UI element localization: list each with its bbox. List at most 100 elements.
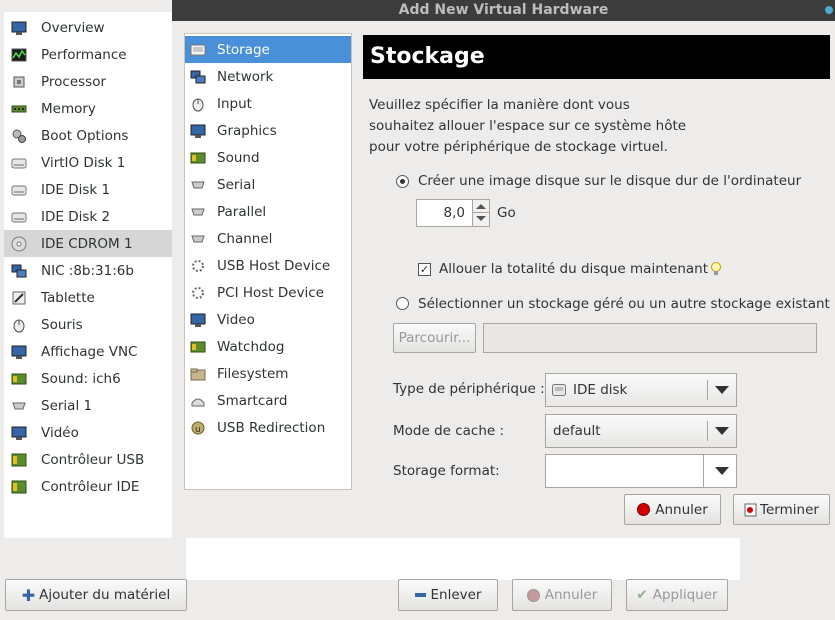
sidebar-item-label: Vidéo [41,424,79,441]
device-type-value: IDE disk [573,382,628,398]
existing-storage-radio[interactable] [396,297,409,310]
hardware-list-item[interactable]: Storage [185,36,351,63]
hard-disk-icon [8,181,30,199]
sidebar-item[interactable]: NIC :8b:31:6b [4,257,172,284]
sidebar-item[interactable]: IDE CDROM 1 [4,230,172,257]
network-icon [8,262,30,280]
existing-storage-label[interactable]: Sélectionner un stockage géré ou un autr… [418,296,830,312]
create-image-label[interactable]: Créer une image disque sur le disque dur… [418,173,801,189]
allocate-label[interactable]: Allouer la totalité du disque maintenant [439,261,708,277]
controller-card-icon [8,478,30,496]
device-type-select[interactable]: IDE disk [545,373,737,407]
hardware-list-item[interactable]: u USB Redirection [185,414,351,441]
hardware-list-item-label: Video [217,311,255,328]
finish-button[interactable]: Terminer [733,494,830,525]
hardware-list-item[interactable]: Watchdog [185,333,351,360]
hardware-list-item[interactable]: Graphics [185,117,351,144]
hardware-list-item[interactable]: Filesystem [185,360,351,387]
hardware-list-item[interactable]: USB Host Device [185,252,351,279]
finish-icon [744,503,757,516]
sidebar-item[interactable]: Vidéo [4,419,172,446]
hardware-list-item[interactable]: Network [185,63,351,90]
watchdog-icon [189,339,207,355]
sidebar-item-label: Contrôleur IDE [41,478,140,495]
sidebar-item[interactable]: Performance [4,41,172,68]
storage-path-field[interactable] [483,323,817,353]
add-hardware-button[interactable]: ✚ Ajouter du matériel [5,579,187,611]
disk-size-unit: Go [497,205,516,221]
hardware-list-item-label: Parallel [217,203,267,220]
bottom-cancel-button[interactable]: Annuler [512,579,612,611]
sidebar-item[interactable]: Souris [4,311,172,338]
sidebar-item[interactable]: Processor [4,68,172,95]
hardware-list-item[interactable]: Smartcard [185,387,351,414]
display-icon [189,123,207,139]
hardware-list-item[interactable]: Input [185,90,351,117]
hardware-list-item[interactable]: Video [185,306,351,333]
hardware-list-item[interactable]: Parallel [185,198,351,225]
sidebar-item[interactable]: Contrôleur USB [4,446,172,473]
hardware-list-item-label: Sound [217,149,260,166]
storage-description: Veuillez spécifier la manière dont vous … [369,95,686,158]
dialog-title: Add New Virtual Hardware [398,2,609,18]
sidebar-item-label: Affichage VNC [41,343,138,360]
sidebar-item[interactable]: Memory [4,95,172,122]
window-control-icon[interactable] [825,6,833,14]
sidebar-item[interactable]: IDE Disk 1 [4,176,172,203]
hardware-list-item-label: Network [217,68,274,85]
svg-text:u: u [195,425,201,435]
disk-size-spinner[interactable]: 8,0 [416,199,490,227]
cache-mode-select[interactable]: default [545,414,737,448]
serial-port-icon [189,177,207,193]
smartcard-icon [189,393,207,409]
remove-label: Enlever [430,587,482,603]
sidebar-item[interactable]: Boot Options [4,122,172,149]
tablet-icon [8,289,30,307]
browse-button[interactable]: Parcourir... [393,323,476,353]
sidebar-item-label: Performance [41,46,127,63]
sidebar-item[interactable]: Tablette [4,284,172,311]
cancel-button[interactable]: Annuler [624,494,721,525]
spinner-buttons[interactable] [472,200,489,226]
page-title: Stockage [363,35,830,79]
cdrom-icon [8,235,30,253]
dialog-titlebar[interactable]: Add New Virtual Hardware [172,0,835,21]
gears-icon [8,127,30,145]
hardware-list-item-label: Serial [217,176,256,193]
parallel-port-icon [189,204,207,220]
sidebar-item-label: Contrôleur USB [41,451,145,468]
increment-arrow-icon[interactable] [476,204,486,209]
hardware-type-list: Storage Network Input Graphics Sound Serial Pa… [184,33,352,490]
sidebar-item-label: VirtIO Disk 1 [41,154,126,171]
decrement-arrow-icon[interactable] [476,216,486,221]
hardware-list-item[interactable]: PCI Host Device [185,279,351,306]
storage-format-combo[interactable] [545,454,737,488]
add-hardware-label: Ajouter du matériel [39,587,171,603]
description-line: Veuillez spécifier la manière dont vous [369,97,630,113]
hardware-list-item-label: Watchdog [217,338,285,355]
hardware-list-item[interactable]: Channel [185,225,351,252]
sidebar-item[interactable]: Sound: ich6 [4,365,172,392]
create-image-radio[interactable] [396,175,409,188]
sidebar-item-label: IDE Disk 1 [41,181,111,198]
disk-size-value[interactable]: 8,0 [444,205,465,221]
sidebar-item[interactable]: Overview [4,14,172,41]
sidebar-item[interactable]: Contrôleur IDE [4,473,172,500]
sidebar-item[interactable]: VirtIO Disk 1 [4,149,172,176]
apply-button[interactable]: ✔ Appliquer [626,579,728,611]
allocate-checkbox[interactable]: ✓ [418,263,431,276]
sidebar-item[interactable]: Serial 1 [4,392,172,419]
hardware-list-item-label: USB Redirection [217,419,326,436]
sidebar-item-label: Overview [41,19,105,36]
sidebar-item-label: Processor [41,73,107,90]
sidebar-item[interactable]: Affichage VNC [4,338,172,365]
hardware-list-item-label: Input [217,95,252,112]
sidebar-item[interactable]: IDE Disk 2 [4,203,172,230]
cpu-chip-icon [8,73,30,91]
controller-card-icon [8,451,30,469]
finish-button-label: Terminer [760,501,819,518]
hardware-list-item[interactable]: Sound [185,144,351,171]
remove-button[interactable]: Enlever [398,579,498,611]
hardware-list-item-label: Smartcard [217,392,288,409]
hardware-list-item[interactable]: Serial [185,171,351,198]
